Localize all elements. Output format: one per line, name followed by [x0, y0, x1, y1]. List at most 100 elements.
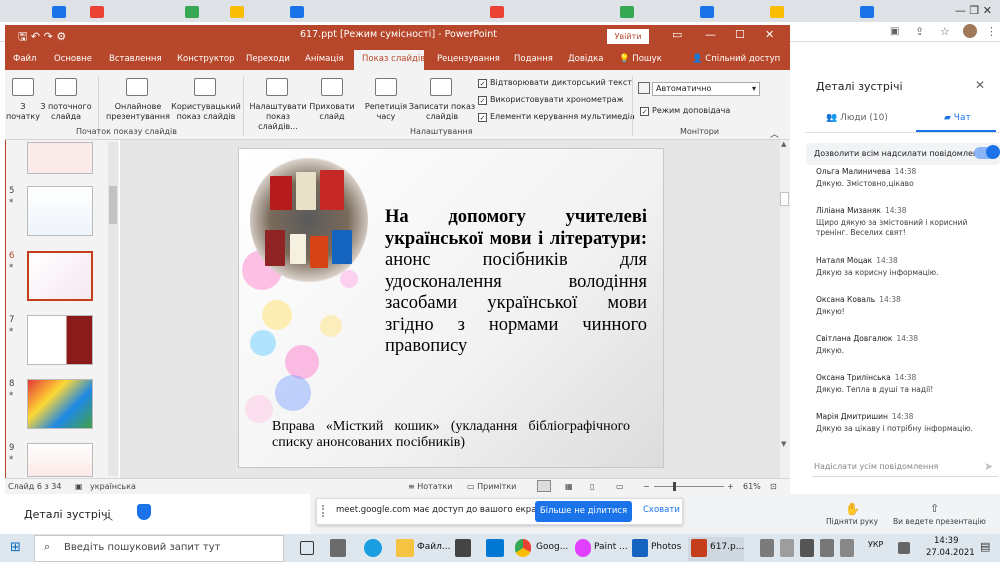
- browser-window-controls[interactable]: — ❐ ✕: [955, 4, 992, 17]
- chat-input[interactable]: Надіслати усім повідомлення: [814, 462, 984, 471]
- edge-icon[interactable]: [364, 539, 382, 557]
- star-icon[interactable]: ☆: [940, 25, 950, 38]
- slide-thumbnail-7[interactable]: [27, 315, 93, 365]
- people-icon[interactable]: [820, 539, 834, 557]
- tab-help[interactable]: Довідка: [568, 54, 603, 64]
- rehearse-timings-button[interactable]: Репетиція часу: [360, 102, 412, 122]
- store-icon[interactable]: [455, 539, 471, 557]
- scrollbar-thumb[interactable]: [109, 186, 117, 224]
- tab-slide-show[interactable]: Показ слайдів: [362, 54, 425, 64]
- taskbar-app-explorer[interactable]: Файл...: [417, 542, 450, 552]
- hide-slide-button[interactable]: Приховати слайд: [306, 102, 358, 122]
- slide-title[interactable]: На допомогу учителеві української мови і…: [385, 207, 647, 358]
- taskbar-app-photos[interactable]: Photos: [651, 542, 681, 552]
- language-label[interactable]: українська: [90, 482, 136, 491]
- slide-thumbnail-8[interactable]: [27, 379, 93, 429]
- tab-favicon-icon[interactable]: [620, 6, 634, 18]
- scrollbar-thumb[interactable]: [780, 192, 789, 206]
- quick-access-toolbar[interactable]: 🖫 ↶ ↷ ⚙: [18, 28, 66, 47]
- mic-icon[interactable]: [800, 539, 814, 557]
- collapse-ribbon-icon[interactable]: ︿: [770, 127, 779, 140]
- chevron-up-icon[interactable]: ︿: [103, 508, 113, 523]
- file-explorer-icon[interactable]: [396, 539, 414, 557]
- chrome-icon[interactable]: [515, 539, 531, 557]
- zoom-out-icon[interactable]: −: [643, 482, 650, 491]
- widgets-icon[interactable]: [330, 539, 346, 557]
- redo-icon[interactable]: ↷: [44, 30, 53, 43]
- monitor-select[interactable]: Автоматично ▾: [652, 82, 760, 96]
- tab-view[interactable]: Подання: [514, 54, 553, 64]
- camera-icon[interactable]: ▣: [890, 26, 899, 37]
- zoom-level[interactable]: 61%: [743, 482, 761, 491]
- minimize-icon[interactable]: —: [705, 28, 716, 41]
- checkmark-icon[interactable]: ✓: [478, 96, 487, 105]
- setup-show-button[interactable]: Налаштувати показ слайдів...: [246, 102, 310, 132]
- customize-icon[interactable]: ⚙: [56, 30, 66, 43]
- close-icon[interactable]: ✕: [765, 28, 774, 41]
- spellcheck-icon[interactable]: ▣: [75, 482, 83, 491]
- powerpoint-icon[interactable]: [691, 539, 707, 557]
- ribbon-display-icon[interactable]: ▭: [672, 28, 682, 41]
- slide-sorter-icon[interactable]: ▦: [565, 482, 573, 491]
- mail-icon[interactable]: [486, 539, 504, 557]
- tab-favicon-icon[interactable]: [52, 6, 66, 18]
- present-icon[interactable]: ⇧: [930, 502, 939, 515]
- normal-view-icon[interactable]: [537, 480, 551, 492]
- tab-favicon-icon[interactable]: [700, 6, 714, 18]
- record-show-icon[interactable]: [430, 78, 452, 96]
- tab-file[interactable]: Файл: [13, 54, 36, 64]
- shield-icon[interactable]: [137, 504, 151, 520]
- from-current-icon[interactable]: [55, 78, 77, 96]
- notes-button[interactable]: ≡ Нотатки: [408, 482, 452, 491]
- zoom-slider[interactable]: [654, 486, 724, 487]
- raise-hand-icon[interactable]: ✋: [845, 502, 860, 516]
- tab-favicon-icon[interactable]: [490, 6, 504, 18]
- hide-notice-button[interactable]: Сховати: [643, 505, 680, 515]
- fit-slide-icon[interactable]: ⊡: [770, 482, 777, 491]
- slide-thumbnail-6-selected[interactable]: [27, 251, 93, 301]
- tab-favicon-icon[interactable]: [185, 6, 199, 18]
- photos-icon[interactable]: [632, 539, 648, 557]
- close-icon[interactable]: ✕: [975, 78, 985, 92]
- keyboard-language[interactable]: УКР: [868, 540, 883, 549]
- rehearse-timings-icon[interactable]: [375, 78, 397, 96]
- toggle-knob[interactable]: [986, 145, 1000, 159]
- taskbar-app-chrome[interactable]: Goog...: [536, 542, 568, 552]
- taskbar-search-placeholder[interactable]: Введіть пошуковий запит тут: [64, 542, 221, 553]
- zoom-slider-thumb[interactable]: [673, 482, 676, 491]
- comments-button[interactable]: ▭ Примітки: [467, 482, 516, 491]
- raise-hand-label[interactable]: Підняти руку: [826, 517, 878, 526]
- tab-favicon-icon[interactable]: [770, 6, 784, 18]
- notifications-icon[interactable]: ▤: [980, 540, 990, 553]
- undo-icon[interactable]: ↶: [31, 30, 40, 43]
- checkmark-icon[interactable]: ✓: [640, 107, 649, 116]
- slide-thumbnail-5[interactable]: [27, 186, 93, 236]
- slide-scrollbar[interactable]: ▲ ▼: [780, 140, 790, 478]
- maximize-icon[interactable]: ☐: [735, 28, 745, 41]
- presenting-label[interactable]: Ви ведете презентацію: [893, 517, 986, 526]
- present-online-button[interactable]: Онлайнове презентування: [100, 102, 176, 122]
- tab-insert[interactable]: Вставлення: [109, 54, 162, 64]
- checkbox-timings[interactable]: ✓ Використовувати хронометраж: [478, 95, 624, 105]
- send-icon[interactable]: ➤: [984, 460, 993, 473]
- record-show-button[interactable]: Записати показ слайдів: [408, 102, 476, 122]
- tab-transitions[interactable]: Переходи: [246, 54, 290, 64]
- hide-slide-icon[interactable]: [321, 78, 343, 96]
- meeting-details-label[interactable]: Деталі зустрічі: [24, 508, 111, 521]
- slide-thumbnail-9[interactable]: [27, 443, 93, 477]
- checkbox-presenter-view[interactable]: ✓ Режим доповідача: [640, 106, 730, 116]
- present-online-icon[interactable]: [126, 78, 148, 96]
- tab-home[interactable]: Основне: [54, 54, 92, 64]
- windows-start-icon[interactable]: ⊞: [10, 540, 21, 555]
- checkbox-media-controls[interactable]: ✓ Елементи керування мультимедіа: [478, 112, 635, 122]
- tab-favicon-icon[interactable]: [860, 6, 874, 18]
- scroll-up-icon[interactable]: ▲: [781, 140, 786, 148]
- paint-icon[interactable]: [575, 539, 591, 557]
- tab-chat[interactable]: ▰ Чат: [944, 113, 971, 123]
- slide-thumbnail-4[interactable]: [27, 142, 93, 174]
- from-beginning-icon[interactable]: [12, 78, 34, 96]
- tab-animation[interactable]: Анімація: [305, 54, 344, 64]
- chevron-down-icon[interactable]: ▾: [752, 83, 756, 95]
- custom-show-icon[interactable]: [194, 78, 216, 96]
- zoom-in-icon[interactable]: +: [727, 482, 734, 491]
